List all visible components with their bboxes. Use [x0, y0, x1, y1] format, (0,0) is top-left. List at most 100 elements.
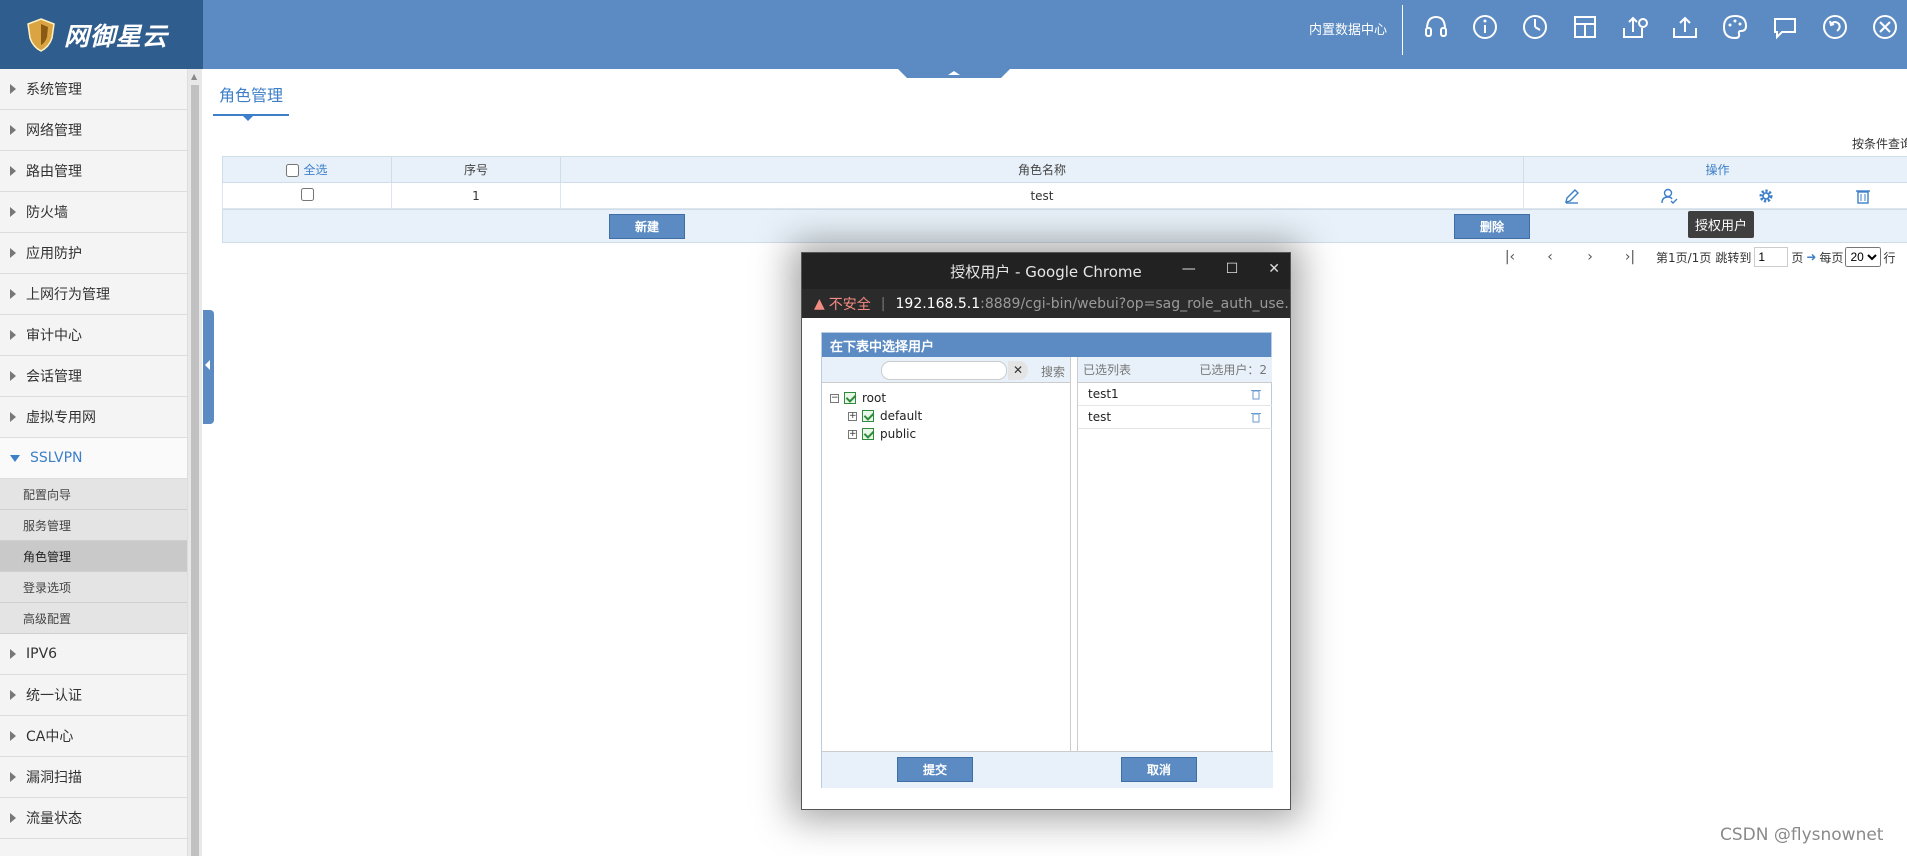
tree-node-default[interactable]: + default — [830, 407, 1070, 425]
sidebar-item-audit[interactable]: 审计中心 — [0, 315, 187, 356]
sidebar-item-ca[interactable]: CA中心 — [0, 716, 187, 757]
select-all-checkbox[interactable] — [286, 164, 300, 177]
sub-item-role[interactable]: 角色管理 — [0, 541, 187, 572]
select-all-label[interactable]: 全选 — [303, 163, 327, 177]
sub-item-login-options[interactable]: 登录选项 — [0, 572, 187, 603]
sub-item-service[interactable]: 服务管理 — [0, 510, 187, 541]
logo: 网御星云 — [0, 0, 203, 69]
page-jump-input[interactable] — [1754, 247, 1789, 267]
refresh-icon[interactable] — [1820, 12, 1850, 42]
trash-icon[interactable] — [1250, 411, 1262, 423]
tree-checkbox[interactable] — [862, 428, 874, 440]
scroll-up-icon[interactable]: ▲ — [191, 72, 197, 81]
table-header: 全选 序号 角色名称 操作 — [222, 156, 1907, 183]
condition-query-link[interactable]: 按条件查询 — [1852, 135, 1907, 152]
selected-users-pane: 已选列表 已选用户：2 test1 test — [1077, 357, 1272, 751]
jump-to-label: 跳转到 — [1715, 250, 1752, 265]
info-icon[interactable] — [1470, 12, 1500, 42]
tree-checkbox[interactable] — [844, 392, 856, 404]
new-button[interactable]: 新建 — [609, 214, 685, 239]
close-icon[interactable] — [1870, 12, 1900, 42]
cancel-button[interactable]: 取消 — [1121, 757, 1197, 782]
minimize-icon[interactable]: — — [1182, 261, 1196, 277]
sidebar-item-label: 审计中心 — [26, 328, 82, 344]
window-close-icon[interactable]: ✕ — [1268, 261, 1280, 277]
sidebar-item-label: IPV6 — [26, 646, 58, 662]
gear-icon[interactable] — [1757, 187, 1775, 205]
sidebar-item-ipv6[interactable]: IPV6 — [0, 634, 187, 675]
sidebar-item-firewall[interactable]: 防火墙 — [0, 192, 187, 233]
address-separator: | — [880, 295, 886, 312]
tree-node-label: root — [862, 391, 887, 405]
datacenter-label[interactable]: 内置数据中心 — [1309, 19, 1387, 38]
sidebar-item-label: 上网行为管理 — [26, 287, 110, 303]
sidebar-item-label: 统一认证 — [26, 688, 82, 704]
sidebar-item-system[interactable]: 系统管理 — [0, 69, 187, 110]
row-ops — [1523, 182, 1907, 209]
sub-item-wizard[interactable]: 配置向导 — [0, 479, 187, 510]
sub-item-advanced[interactable]: 高级配置 — [0, 603, 187, 634]
palette-icon[interactable] — [1720, 12, 1750, 42]
search-input[interactable] — [881, 361, 1007, 380]
collapse-icon[interactable]: − — [830, 393, 839, 403]
panel-icon[interactable] — [1570, 12, 1600, 42]
collapse-notch[interactable] — [897, 68, 1011, 78]
sidebar-item-label: 会话管理 — [26, 369, 82, 385]
sidebar-item-label: 路由管理 — [26, 164, 82, 180]
search-button[interactable]: 搜索 — [1041, 363, 1065, 380]
sslvpn-submenu: 配置向导 服务管理 角色管理 登录选项 高级配置 — [0, 479, 187, 634]
sidebar-item-app-protection[interactable]: 应用防护 — [0, 233, 187, 274]
popup-window: 授权用户 - Google Chrome — ☐ ✕ ▲ 不安全 | 192.1… — [801, 252, 1291, 810]
sidebar-item-vuln-scan[interactable]: 漏洞扫描 — [0, 757, 187, 798]
sidebar-item-sslvpn[interactable]: SSLVPN — [0, 438, 187, 479]
sidebar-item-routing[interactable]: 路由管理 — [0, 151, 187, 192]
sidebar-item-label: SSLVPN — [30, 450, 83, 466]
sidebar: 系统管理 网络管理 路由管理 防火墙 应用防护 上网行为管理 审计中心 会话管理… — [0, 69, 188, 856]
trash-icon[interactable] — [1854, 187, 1872, 205]
headset-icon[interactable] — [1421, 12, 1451, 42]
trash-icon[interactable] — [1250, 388, 1262, 400]
expand-icon[interactable]: + — [848, 411, 857, 421]
submit-button[interactable]: 提交 — [897, 757, 973, 782]
tree-checkbox[interactable] — [862, 410, 874, 422]
insecure-label[interactable]: 不安全 — [829, 294, 871, 314]
pagination: |‹ ‹ › ›| 第1页/1页 跳转到 页 ➜ 每页 20 行 — [1490, 246, 1895, 268]
sidebar-item-traffic[interactable]: 流量状态 — [0, 798, 187, 839]
role-table: 全选 序号 角色名称 操作 1 test — [222, 156, 1907, 209]
seq-header: 序号 — [391, 156, 561, 183]
clock-icon[interactable] — [1520, 12, 1550, 42]
tree-node-root[interactable]: − root — [830, 389, 1070, 407]
sidebar-item-vpn[interactable]: 虚拟专用网 — [0, 397, 187, 438]
brand-name: 网御星云 — [64, 21, 169, 51]
upload-settings-icon[interactable] — [1620, 12, 1650, 42]
upload-icon[interactable] — [1670, 12, 1700, 42]
address-bar[interactable]: ▲ 不安全 | 192.168.5.1 :8889/cgi-bin/webui?… — [802, 289, 1290, 318]
clear-search-icon[interactable]: ✕ — [1008, 361, 1028, 380]
page-unit: 页 — [1791, 250, 1804, 265]
sidebar-scrollbar[interactable]: ▲ — [188, 69, 202, 856]
maximize-icon[interactable]: ☐ — [1226, 261, 1239, 277]
popup-titlebar[interactable]: 授权用户 - Google Chrome — ☐ ✕ — [802, 253, 1290, 289]
sidebar-item-behavior[interactable]: 上网行为管理 — [0, 274, 187, 315]
last-page-icon[interactable]: ›| — [1610, 249, 1650, 265]
tree-node-public[interactable]: + public — [830, 425, 1070, 443]
prev-page-icon[interactable]: ‹ — [1530, 249, 1570, 265]
chat-icon[interactable] — [1770, 12, 1800, 42]
go-arrow-icon[interactable]: ➜ — [1806, 250, 1816, 264]
scrollbar-thumb[interactable] — [191, 85, 199, 856]
authorize-user-icon[interactable] — [1660, 187, 1678, 205]
sidebar-item-network[interactable]: 网络管理 — [0, 110, 187, 151]
delete-button[interactable]: 删除 — [1454, 214, 1530, 239]
row-checkbox[interactable] — [300, 187, 314, 201]
sidebar-collapse-handle[interactable] — [203, 310, 214, 424]
sidebar-item-auth[interactable]: 统一认证 — [0, 675, 187, 716]
per-page-select[interactable]: 20 — [1845, 247, 1882, 267]
next-page-icon[interactable]: › — [1570, 249, 1610, 265]
shield-logo-icon — [27, 17, 55, 52]
expand-icon[interactable]: + — [848, 429, 857, 439]
sidebar-item-session[interactable]: 会话管理 — [0, 356, 187, 397]
first-page-icon[interactable]: |‹ — [1490, 249, 1530, 265]
sidebar-item-label: 流量状态 — [26, 811, 82, 827]
edit-icon[interactable] — [1563, 187, 1581, 205]
select-all-header[interactable]: 全选 — [222, 156, 392, 183]
